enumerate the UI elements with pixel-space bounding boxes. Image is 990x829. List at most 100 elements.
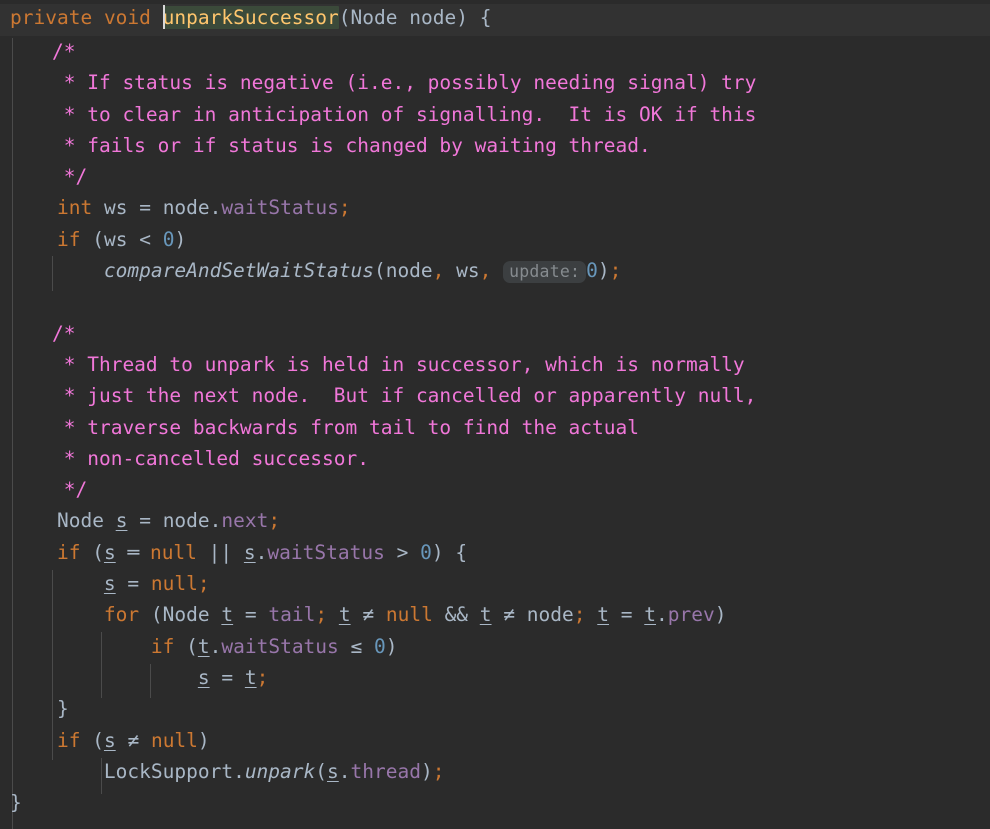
- paren-open: (: [92, 540, 104, 564]
- dot: .: [209, 634, 222, 658]
- operator-or: ||: [208, 540, 233, 564]
- var-node: node: [162, 509, 210, 533]
- keyword-if: if: [56, 227, 81, 251]
- keyword-private: private: [10, 6, 93, 29]
- code-line-compareAndSet[interactable]: compareAndSetWaitStatus(node, ws, update…: [0, 255, 990, 286]
- paren-open: (: [338, 6, 351, 29]
- code-line-close-brace-method[interactable]: }: [0, 787, 990, 818]
- paren-open: (: [92, 227, 104, 251]
- semicolon: ;: [315, 603, 328, 627]
- local-var-s: s: [103, 540, 116, 564]
- code-line-locksupport-unpark[interactable]: LockSupport.unpark(s.thread);: [0, 756, 990, 787]
- operator-assign: =: [620, 603, 633, 627]
- var-node: node: [526, 603, 574, 627]
- brace-close: }: [56, 697, 69, 721]
- arg-node: node: [385, 259, 433, 283]
- brace-close: }: [10, 791, 22, 815]
- code-line-if-s-not-null[interactable]: if (s ≠ null): [0, 725, 990, 756]
- local-var-t: t: [479, 603, 492, 627]
- keyword-void: void: [103, 6, 151, 29]
- local-var-s: s: [103, 572, 116, 596]
- comment-text: /*: [52, 40, 76, 63]
- comment-line: /*: [0, 36, 990, 67]
- paren-close: ): [714, 603, 727, 627]
- code-line-signature[interactable]: private void unparkSuccessor(Node node) …: [0, 0, 990, 36]
- dot: .: [338, 759, 351, 783]
- operator-equals: ═: [127, 540, 139, 564]
- local-var-t: t: [644, 603, 657, 627]
- code-line-if-s-null[interactable]: if (s ═ null || s.waitStatus > 0) {: [0, 537, 990, 568]
- param-name-node: node: [409, 6, 457, 29]
- keyword-null: null: [150, 572, 198, 596]
- comment-line: * traverse backwards from tail to find t…: [0, 412, 990, 443]
- code-line-if-t-waitstatus[interactable]: if (t.waitStatus ≤ 0): [0, 631, 990, 662]
- local-var-s: s: [197, 665, 210, 689]
- code-line-for-loop[interactable]: for (Node t = tail; t ≠ null && t ≠ node…: [0, 599, 990, 630]
- local-var-t: t: [221, 603, 234, 627]
- type-Node: Node: [56, 509, 104, 533]
- semicolon: ;: [432, 759, 445, 783]
- keyword-null: null: [149, 540, 197, 564]
- comment-line: * non-cancelled successor.: [0, 443, 990, 474]
- paren-open: (: [315, 759, 328, 783]
- type-Node: Node: [162, 603, 210, 627]
- field-thread: thread: [350, 759, 421, 783]
- comment-line: * If status is negative (i.e., possibly …: [0, 67, 990, 98]
- brace-open: {: [479, 6, 492, 29]
- operator-assign: =: [139, 509, 151, 533]
- operator-greater-than: >: [396, 540, 409, 564]
- code-line-int-ws[interactable]: int ws = node.waitStatus;: [0, 192, 990, 223]
- comment-line: */: [0, 161, 990, 192]
- local-var-t: t: [338, 603, 351, 627]
- comment-text: * just the next node. But if cancelled o…: [52, 384, 757, 408]
- paren-close: ): [597, 259, 610, 283]
- var-ws: ws: [103, 227, 128, 251]
- method-unpark[interactable]: unpark: [245, 760, 315, 783]
- inlay-hint-update[interactable]: update:: [503, 261, 587, 284]
- comment-line: */: [0, 474, 990, 505]
- paren-close: ): [431, 540, 444, 564]
- dot: .: [255, 540, 268, 564]
- local-var-t: t: [597, 603, 610, 627]
- number-zero: 0: [162, 227, 175, 251]
- code-line-s-null[interactable]: s = null;: [0, 568, 990, 599]
- field-waitStatus: waitStatus: [267, 540, 385, 564]
- comment-line: * just the next node. But if cancelled o…: [0, 380, 990, 411]
- operator-assign: =: [244, 603, 257, 627]
- semicolon: ;: [609, 259, 622, 283]
- local-var-t: t: [197, 634, 210, 658]
- keyword-if: if: [56, 540, 81, 564]
- code-line-s-equals-t[interactable]: s = t;: [0, 662, 990, 693]
- semicolon: ;: [338, 196, 351, 220]
- keyword-if: if: [56, 728, 81, 752]
- text-caret: [162, 5, 165, 29]
- code-content[interactable]: private void unparkSuccessor(Node node) …: [0, 0, 990, 818]
- field-tail: tail: [268, 603, 316, 627]
- field-prev: prev: [667, 603, 715, 627]
- code-editor[interactable]: private void unparkSuccessor(Node node) …: [0, 0, 990, 829]
- dot: .: [209, 509, 222, 533]
- semicolon: ;: [268, 509, 281, 533]
- operator-less-than: <: [139, 227, 151, 251]
- comment-line: * fails or if status is changed by waiti…: [0, 130, 990, 161]
- comment-text: * fails or if status is changed by waiti…: [52, 133, 651, 157]
- paren-open: (: [373, 259, 386, 283]
- operator-assign: =: [221, 665, 234, 689]
- code-line-if-ws[interactable]: if (ws < 0): [0, 224, 990, 255]
- dot: .: [656, 603, 668, 627]
- code-line-close-brace-inner[interactable]: }: [0, 693, 990, 724]
- comma: ,: [479, 259, 492, 283]
- operator-not-equals: ≠: [127, 728, 140, 752]
- local-var-s: s: [103, 728, 116, 752]
- method-name-unparkSuccessor[interactable]: unparkSuccessor: [162, 6, 339, 29]
- code-line-node-s[interactable]: Node s = node.next;: [0, 505, 990, 536]
- comma: ,: [432, 259, 445, 283]
- comment-line: * to clear in anticipation of signalling…: [0, 99, 990, 130]
- comment-text: * If status is negative (i.e., possibly …: [52, 71, 757, 95]
- dot: .: [209, 196, 222, 220]
- brace-open: {: [455, 540, 468, 564]
- method-compareAndSetWaitStatus[interactable]: compareAndSetWaitStatus: [104, 259, 374, 282]
- arg-ws: ws: [456, 259, 480, 283]
- paren-close: ): [420, 759, 433, 783]
